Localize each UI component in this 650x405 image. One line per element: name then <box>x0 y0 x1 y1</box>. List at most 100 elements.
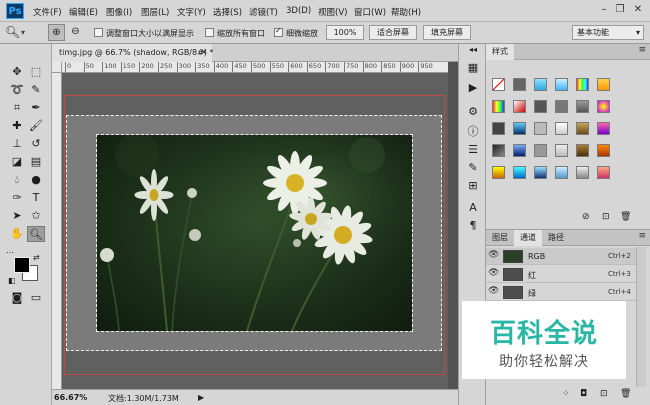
menu-type[interactable]: 文字(Y) <box>177 6 206 18</box>
style-swatch[interactable] <box>597 100 610 113</box>
clear-style-icon[interactable]: ⊘ <box>582 212 590 222</box>
healing-brush-tool-icon[interactable]: ✚ <box>8 118 26 134</box>
style-swatch[interactable] <box>597 144 610 157</box>
properties-panel-icon[interactable]: ⚙ <box>465 104 481 120</box>
channel-row-rgb[interactable]: 👁︎ RGB Ctrl+2 <box>486 248 636 265</box>
blur-tool-icon[interactable]: 💧︎ <box>8 172 26 188</box>
swap-colors-icon[interactable]: ⇄ <box>33 253 40 262</box>
visibility-eye-icon[interactable]: 👁︎ <box>488 250 499 260</box>
visibility-eye-icon[interactable]: 👁︎ <box>488 286 499 296</box>
gradient-tool-icon[interactable]: ▤ <box>27 154 45 170</box>
style-swatch[interactable] <box>534 100 547 113</box>
style-swatch[interactable] <box>576 78 589 91</box>
menu-view[interactable]: 视图(V) <box>318 6 347 18</box>
close-tab-icon[interactable]: ✕ <box>200 44 208 62</box>
style-swatch[interactable] <box>492 166 505 179</box>
status-menu-arrow-icon[interactable]: ▶ <box>198 393 204 402</box>
vertical-ruler[interactable] <box>52 73 62 389</box>
zoom-level[interactable]: 66.67% <box>54 393 87 402</box>
visibility-eye-icon[interactable]: 👁︎ <box>488 268 499 278</box>
save-selection-icon[interactable]: ◘ <box>580 389 587 399</box>
new-channel-icon[interactable]: ⊡ <box>600 389 608 399</box>
style-swatch[interactable] <box>513 122 526 135</box>
zoom-100-button[interactable]: 100% <box>326 25 364 40</box>
minimize-icon[interactable]: – <box>596 3 612 17</box>
workspace-select[interactable]: 基本功能 <box>572 25 644 40</box>
paragraph-panel-icon[interactable]: ¶ <box>465 218 481 234</box>
style-swatch[interactable] <box>576 122 589 135</box>
style-swatch[interactable] <box>555 166 568 179</box>
hand-tool-icon[interactable]: ✋ <box>8 226 26 242</box>
character-panel-icon[interactable]: A <box>465 200 481 216</box>
style-swatch[interactable] <box>534 122 547 135</box>
path-select-tool-icon[interactable]: ➤ <box>8 208 26 224</box>
brush-tool-icon[interactable]: 🖌︎ <box>27 118 45 134</box>
resize-windows-checkbox[interactable] <box>94 28 103 37</box>
menu-window[interactable]: 窗口(W) <box>354 6 386 18</box>
close-window-icon[interactable]: ✕ <box>630 3 646 17</box>
shape-tool-icon[interactable]: ✩ <box>27 208 45 224</box>
menu-select[interactable]: 选择(S) <box>213 6 242 18</box>
style-swatch[interactable] <box>576 166 589 179</box>
zoom-out-icon[interactable]: ⊖ <box>67 24 84 41</box>
style-swatch[interactable] <box>492 78 505 91</box>
dodge-tool-icon[interactable]: ● <box>27 172 45 188</box>
foreground-color-swatch[interactable] <box>14 257 30 273</box>
zoom-all-windows-checkbox[interactable] <box>205 28 214 37</box>
style-swatch[interactable] <box>597 78 610 91</box>
style-swatch[interactable] <box>597 122 610 135</box>
quick-mask-icon[interactable]: ◙ <box>8 290 26 306</box>
menu-file[interactable]: 文件(F) <box>33 6 62 18</box>
crop-tool-icon[interactable]: ⌗ <box>8 100 26 116</box>
history-brush-tool-icon[interactable]: ↺ <box>27 136 45 152</box>
fit-screen-button[interactable]: 适合屏幕 <box>369 25 417 40</box>
adjustments-panel-icon[interactable]: ☰ <box>465 142 481 158</box>
trash-icon[interactable]: 🗑︎ <box>620 389 631 399</box>
marquee-tool-icon[interactable]: ⬚ <box>27 64 45 80</box>
lasso-tool-icon[interactable]: ➰ <box>8 82 26 98</box>
history-panel-icon[interactable]: ▦ <box>465 60 481 76</box>
trash-icon[interactable]: 🗑︎ <box>620 212 631 222</box>
clone-source-panel-icon[interactable]: ⊞ <box>465 178 481 194</box>
style-swatch[interactable] <box>513 100 526 113</box>
style-swatch[interactable] <box>513 166 526 179</box>
channel-row-red[interactable]: 👁︎ 红 Ctrl+3 <box>486 266 636 283</box>
panel-menu-icon[interactable]: ≡ <box>638 45 646 55</box>
menu-help[interactable]: 帮助(H) <box>391 6 421 18</box>
document-tab[interactable]: timg.jpg @ 66.7% (shadow, RGB/8#) * <box>52 44 213 62</box>
canvas-area[interactable] <box>62 73 448 389</box>
collapse-dock-icon[interactable]: ◂◂ <box>465 46 481 54</box>
zoom-tool-preset-icon[interactable]: 🔍︎ <box>5 25 20 39</box>
style-swatch[interactable] <box>492 122 505 135</box>
zoom-in-icon[interactable]: ⊕ <box>48 24 65 41</box>
style-swatch[interactable] <box>576 100 589 113</box>
zoom-tool-icon[interactable]: 🔍︎ <box>27 226 45 242</box>
style-swatch[interactable] <box>492 144 505 157</box>
style-swatch[interactable] <box>534 78 547 91</box>
style-swatch[interactable] <box>555 100 568 113</box>
menu-layer[interactable]: 图层(L) <box>141 6 169 18</box>
channel-row-green[interactable]: 👁︎ 绿 Ctrl+4 <box>486 284 636 301</box>
tab-layers[interactable]: 图层 <box>486 230 514 246</box>
style-swatch[interactable] <box>555 78 568 91</box>
load-selection-icon[interactable]: ⁘ <box>562 389 570 399</box>
style-swatch[interactable] <box>513 144 526 157</box>
tab-paths[interactable]: 路径 <box>542 230 570 246</box>
info-panel-icon[interactable]: ⓘ <box>465 124 481 140</box>
restore-icon[interactable]: ❐ <box>612 3 628 17</box>
new-style-icon[interactable]: ⊡ <box>602 212 610 222</box>
channels-scrollbar[interactable] <box>636 247 646 387</box>
clone-stamp-tool-icon[interactable]: ⊥ <box>8 136 26 152</box>
menu-filter[interactable]: 滤镜(T) <box>249 6 278 18</box>
style-swatch[interactable] <box>534 144 547 157</box>
horizontal-ruler[interactable]: 0 50 100 150 200 250 300 350 400 450 500 550 600 650 7… <box>62 62 448 73</box>
fill-screen-button[interactable]: 填充屏幕 <box>423 25 471 40</box>
tab-channels[interactable]: 通道 <box>514 230 542 246</box>
quick-select-tool-icon[interactable]: ✎ <box>27 82 45 98</box>
screen-mode-icon[interactable]: ▭ <box>27 290 45 306</box>
tab-styles[interactable]: 样式 <box>486 44 514 60</box>
style-swatch[interactable] <box>576 144 589 157</box>
style-swatch[interactable] <box>513 78 526 91</box>
actions-panel-icon[interactable]: ▶ <box>465 80 481 96</box>
pen-tool-icon[interactable]: ✑ <box>8 190 26 206</box>
